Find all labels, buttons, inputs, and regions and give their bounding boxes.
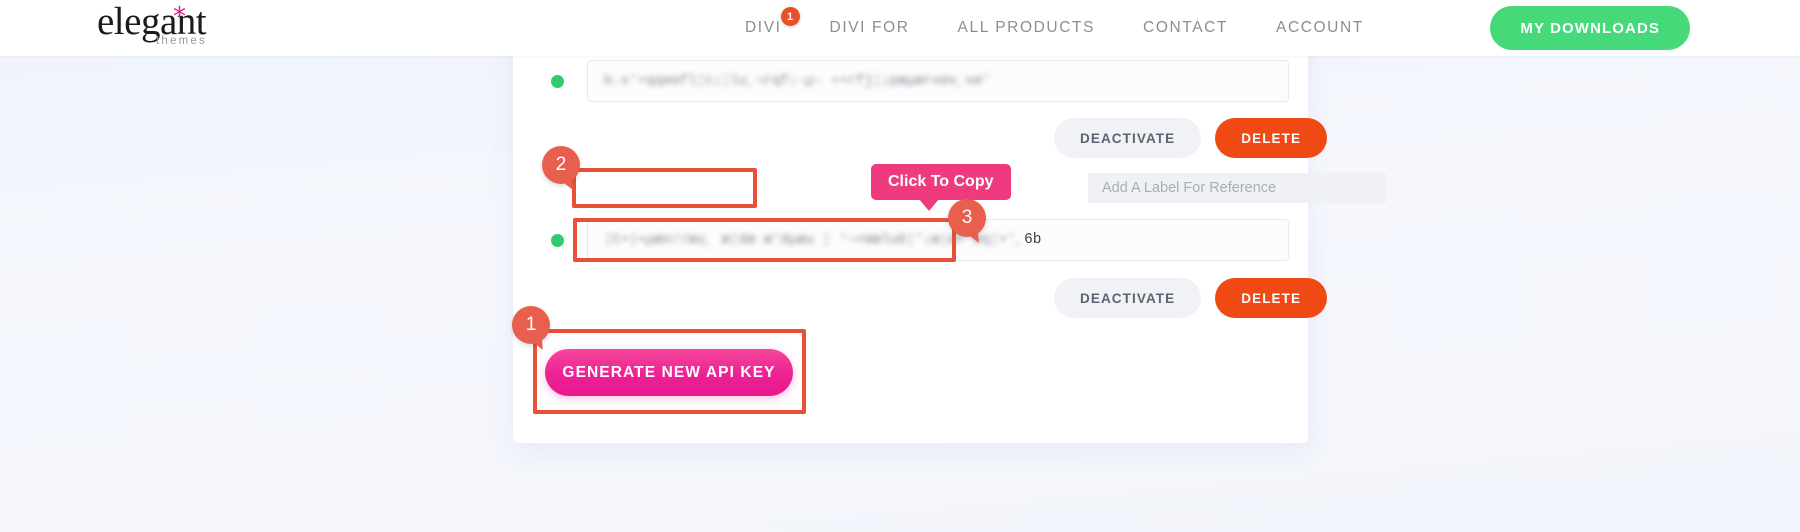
nav-item-account[interactable]: ACCOUNT — [1276, 19, 1364, 37]
api-key-field-2[interactable]: ¦C•|•µæn//æu¸ æ¦dæ æ'dµæu ¦ '¬•Wæluê¦'¡æ… — [587, 219, 1289, 261]
status-dot-active-1 — [551, 74, 564, 88]
nav-item-all-products[interactable]: ALL PRODUCTS — [958, 19, 1096, 37]
my-downloads-button[interactable]: MY DOWNLOADS — [1490, 6, 1690, 50]
deactivate-button-1[interactable]: DEACTIVATE — [1054, 118, 1202, 158]
page-root: elegant * themes DIVI 1 DIVI FOR ALL PRO… — [0, 0, 1800, 532]
annotation-badge-2: 2 — [542, 146, 580, 184]
api-key-masked-text-1: b.x'•qqøafl¦c¡¦lu¸¬rqf¡-µ- ••rfj¦¡pæµærv… — [604, 73, 991, 89]
generate-new-api-key-button[interactable]: GENERATE NEW API KEY — [545, 349, 793, 396]
elegant-themes-logo[interactable]: elegant * themes — [97, 2, 257, 54]
click-to-copy-tooltip: Click To Copy — [871, 164, 1011, 211]
api-key-actions-1: DEACTIVATE DELETE — [1054, 118, 1328, 158]
nav-item-divi[interactable]: DIVI 1 — [745, 7, 800, 37]
api-key-visible-tail-2: 6b — [1024, 232, 1042, 248]
api-key-row-1: b.x'•qqøafl¦c¡¦lu¸¬rqf¡-µ- ••rfj¦¡pæµærv… — [551, 60, 1289, 102]
main-navigation: DIVI 1 DIVI FOR ALL PRODUCTS CONTACT ACC… — [745, 0, 1364, 56]
delete-button-2[interactable]: DELETE — [1215, 278, 1328, 318]
logo-subtitle: themes — [156, 35, 207, 47]
delete-button-1[interactable]: DELETE — [1215, 118, 1328, 158]
label-input[interactable] — [1088, 173, 1386, 203]
asterisk-icon: * — [173, 2, 186, 32]
api-key-actions-2: DEACTIVATE DELETE — [1054, 278, 1328, 318]
nav-item-contact[interactable]: CONTACT — [1143, 19, 1228, 37]
nav-badge-count: 1 — [780, 7, 800, 26]
nav-label: DIVI — [745, 19, 782, 36]
site-header: elegant * themes DIVI 1 DIVI FOR ALL PRO… — [0, 0, 1800, 56]
annotation-badge-3: 3 — [948, 199, 986, 237]
annotation-badge-1: 1 — [512, 306, 550, 344]
status-dot-active-2 — [551, 233, 564, 247]
deactivate-button-2[interactable]: DEACTIVATE — [1054, 278, 1202, 318]
nav-item-divi-for[interactable]: DIVI FOR — [830, 19, 910, 37]
api-key-field-1[interactable]: b.x'•qqøafl¦c¡¦lu¸¬rqf¡-µ- ••rfj¦¡pæµærv… — [587, 60, 1289, 102]
api-key-row-2: ¦C•|•µæn//æu¸ æ¦dæ æ'dµæu ¦ '¬•Wæluê¦'¡æ… — [551, 219, 1289, 261]
